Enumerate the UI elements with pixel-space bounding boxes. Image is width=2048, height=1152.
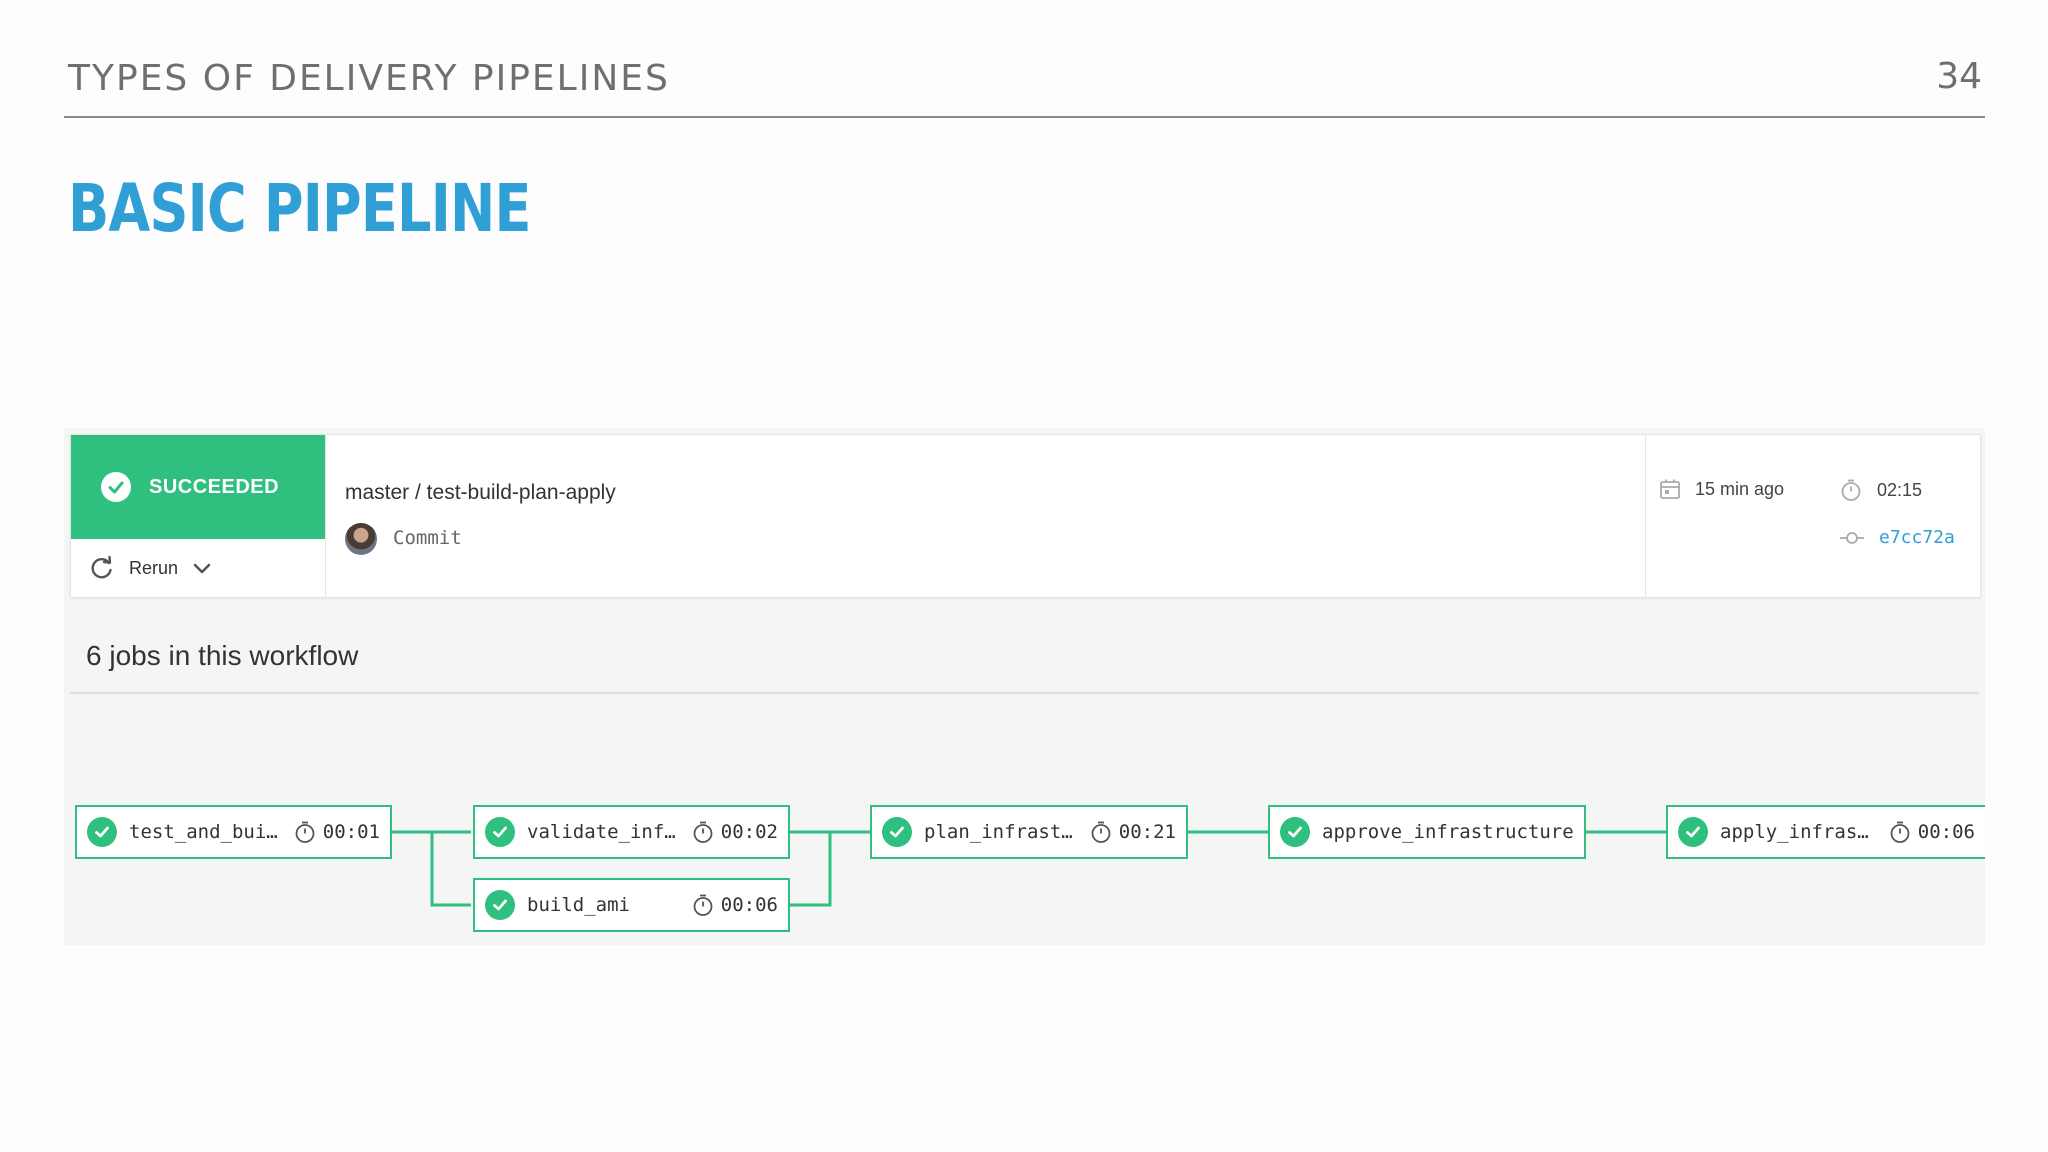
- job-name: apply_infras…: [1720, 821, 1869, 843]
- job-name: validate_inf…: [527, 821, 676, 843]
- slide-header: TYPES OF DELIVERY PIPELINES: [68, 58, 670, 99]
- job-duration: 00:06: [720, 894, 778, 916]
- check-circle-icon: [87, 817, 117, 847]
- workflow-connectors: [392, 830, 1666, 907]
- job-name: build_ami: [527, 894, 630, 916]
- check-circle-icon: [1678, 817, 1708, 847]
- header-divider: [64, 116, 1985, 118]
- slide-title: BASIC PIPELINE: [68, 170, 531, 247]
- check-circle-icon: [882, 817, 912, 847]
- job-duration: 00:02: [720, 821, 778, 843]
- job-node[interactable]: test_and_bui… 00:01: [75, 805, 392, 859]
- stopwatch-icon: [693, 821, 713, 843]
- job-node-approval[interactable]: approve_infrastructure: [1268, 805, 1586, 859]
- stopwatch-icon: [295, 821, 315, 843]
- workflow-screenshot: SUCCEEDED Rerun master / test-build-plan…: [64, 428, 1985, 945]
- stopwatch-icon: [1890, 821, 1910, 843]
- stopwatch-icon: [693, 894, 713, 916]
- job-duration: 00:01: [322, 821, 380, 843]
- job-name: approve_infrastructure: [1322, 821, 1574, 843]
- check-circle-icon: [485, 817, 515, 847]
- job-node[interactable]: build_ami 00:06: [473, 878, 790, 932]
- job-duration: 00:21: [1118, 821, 1176, 843]
- check-circle-icon: [485, 890, 515, 920]
- job-node[interactable]: validate_inf… 00:02: [473, 805, 790, 859]
- job-duration: 00:06: [1917, 821, 1975, 843]
- check-circle-icon: [1280, 817, 1310, 847]
- job-node[interactable]: apply_infras… 00:06: [1666, 805, 1985, 859]
- job-node[interactable]: plan_infrast… 00:21: [870, 805, 1188, 859]
- stopwatch-icon: [1091, 821, 1111, 843]
- job-name: test_and_bui…: [129, 821, 278, 843]
- job-name: plan_infrast…: [924, 821, 1073, 843]
- page-number: 34: [1936, 56, 1982, 97]
